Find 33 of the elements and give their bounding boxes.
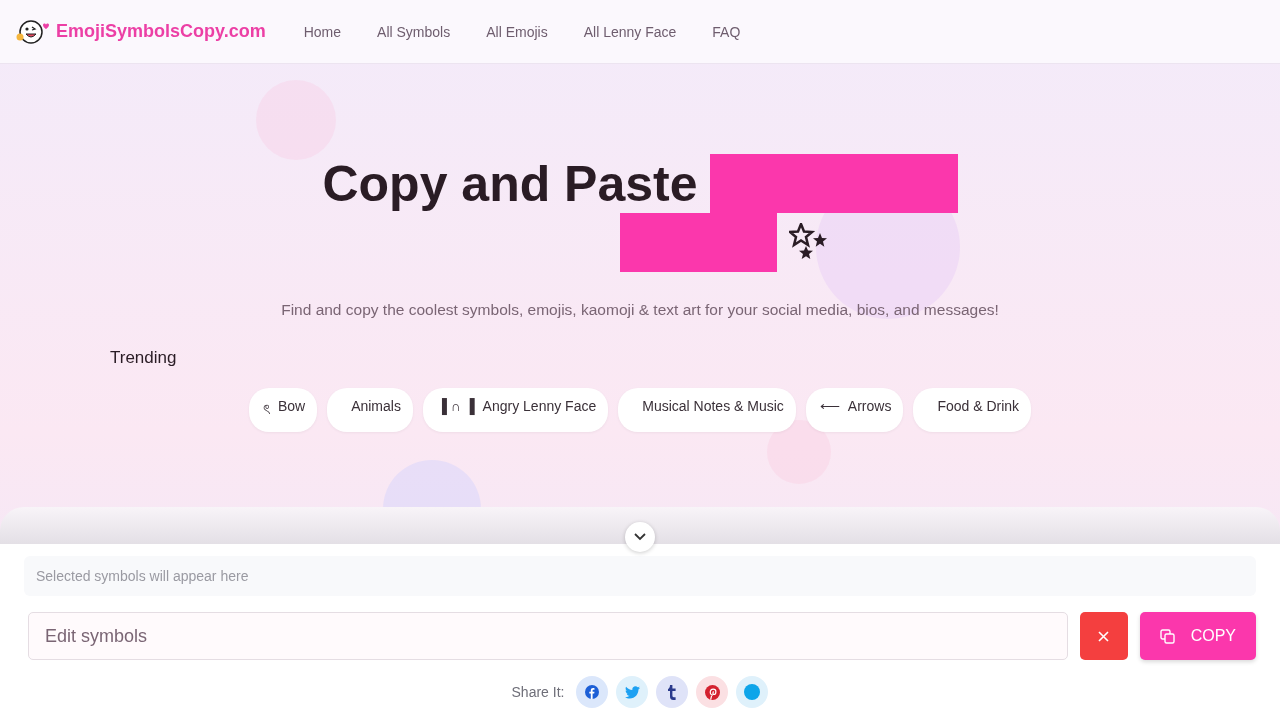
nav-link[interactable]: All Emojis bbox=[476, 17, 558, 46]
trending-chip[interactable]: Food & Drink bbox=[913, 388, 1032, 432]
clear-button[interactable] bbox=[1079, 612, 1128, 660]
site-logo[interactable]: EmojiSymbolsCopy.com bbox=[56, 21, 266, 42]
trending-chip[interactable]: ⟵ Arrows bbox=[805, 388, 904, 432]
nav-link[interactable]: All Symbols bbox=[367, 17, 461, 46]
circle-icon bbox=[744, 684, 761, 700]
share-button[interactable] bbox=[656, 676, 689, 708]
facebook-icon bbox=[585, 685, 600, 699]
nav-link[interactable]: All Lenny Face bbox=[573, 17, 687, 46]
chevron-down-icon bbox=[634, 533, 646, 541]
collapse-button[interactable] bbox=[625, 522, 655, 552]
trending-chip[interactable]: ▐ ∩ ▐ Angry Lenny Face bbox=[422, 388, 609, 432]
nav-link[interactable]: FAQ bbox=[702, 17, 751, 46]
tumblr-icon bbox=[667, 684, 678, 700]
emoji-face-icon bbox=[16, 18, 50, 45]
selection-preview: Selected symbols will appear here bbox=[24, 556, 1256, 596]
copy-icon bbox=[1159, 628, 1175, 644]
trending-chip[interactable]: Musical Notes & Music bbox=[618, 388, 796, 432]
trending-chip[interactable]: ৎ Bow bbox=[248, 388, 318, 432]
pinterest-icon bbox=[704, 684, 720, 700]
page-title: Copy and Paste bbox=[322, 154, 698, 213]
edit-symbols-field[interactable]: Edit symbols bbox=[28, 612, 1068, 660]
section-heading: Trending bbox=[110, 348, 177, 368]
close-icon bbox=[1098, 630, 1110, 642]
nav-link[interactable]: Home bbox=[293, 17, 352, 46]
bird-icon bbox=[624, 685, 640, 699]
subtitle: Find and copy the coolest symbols, emojis, kaomoji & text art for your social media, bios, and messages! bbox=[280, 300, 1000, 320]
share-label: Share It: bbox=[511, 684, 565, 700]
share-button[interactable] bbox=[696, 676, 729, 708]
copy-button[interactable]: COPY bbox=[1139, 612, 1256, 660]
share-button[interactable] bbox=[576, 676, 609, 708]
trending-chip[interactable]: Animals bbox=[327, 388, 413, 432]
